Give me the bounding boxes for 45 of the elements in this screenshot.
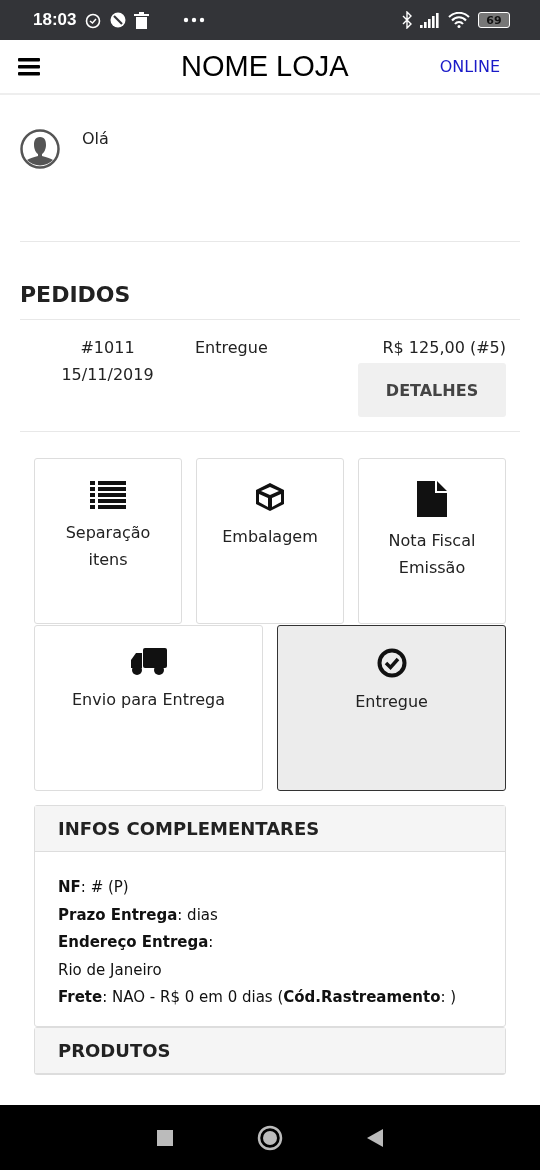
box-icon (254, 481, 286, 513)
order-date: 15/11/2019 (61, 364, 154, 386)
status-step-tile[interactable]: Nota Fiscal Emissão (358, 458, 506, 624)
card-header: INFOS COMPLEMENTARES (35, 806, 505, 852)
section-title: PEDIDOS (20, 282, 520, 320)
details-button[interactable]: DETALHES (358, 363, 506, 417)
step-label: Envio para Entrega (72, 689, 225, 711)
menu-icon[interactable] (18, 57, 40, 76)
status-step-tile[interactable]: Envio para Entrega (34, 625, 263, 791)
greeting-text: Olá (82, 129, 109, 148)
truck-icon (130, 648, 167, 676)
step-label: Nota Fiscal Emissão (387, 530, 477, 579)
check-circle-icon (376, 648, 407, 678)
back-icon[interactable] (367, 1128, 383, 1147)
avatar-icon (20, 129, 60, 169)
online-status: ONLINE (439, 57, 500, 76)
info-line: NF: # (P) (58, 877, 130, 898)
status-time: 18:03 (33, 10, 77, 30)
list-icon (90, 481, 126, 509)
info-line: Prazo Entrega: dias (58, 904, 219, 926)
step-label: Entregue (355, 691, 428, 713)
status-step-tile[interactable]: Separação itens (34, 458, 182, 624)
info-line: Endereço Entrega: (58, 932, 215, 953)
info-line: Frete: NAO - R$ 0 em 0 dias (Cód.Rastreamento: ) (58, 987, 458, 1008)
wifi-icon (448, 12, 470, 28)
step-label: Separação itens (64, 522, 152, 571)
order-number: #1011 (80, 337, 135, 359)
signal-icon (420, 12, 440, 28)
blocked-icon (110, 12, 127, 28)
recent-apps-icon[interactable] (157, 1129, 173, 1146)
trash-icon (134, 11, 150, 29)
status-step-tile[interactable]: Embalagem (196, 458, 344, 624)
order-total: R$ 125,00 (#5) (382, 337, 506, 359)
order-status: Entregue (195, 337, 268, 359)
home-icon[interactable] (257, 1124, 283, 1151)
document-icon (417, 481, 447, 517)
bluetooth-icon (402, 11, 412, 29)
card-header: PRODUTOS (35, 1027, 505, 1074)
info-line: Rio de Janeiro (58, 959, 163, 981)
step-label: Embalagem (222, 526, 318, 548)
store-title: NOME LOJA (180, 50, 350, 83)
more-icon (183, 17, 206, 23)
status-step-tile[interactable]: Entregue (277, 625, 506, 791)
battery-icon: 69 (478, 12, 510, 28)
alarm-icon (84, 11, 103, 29)
